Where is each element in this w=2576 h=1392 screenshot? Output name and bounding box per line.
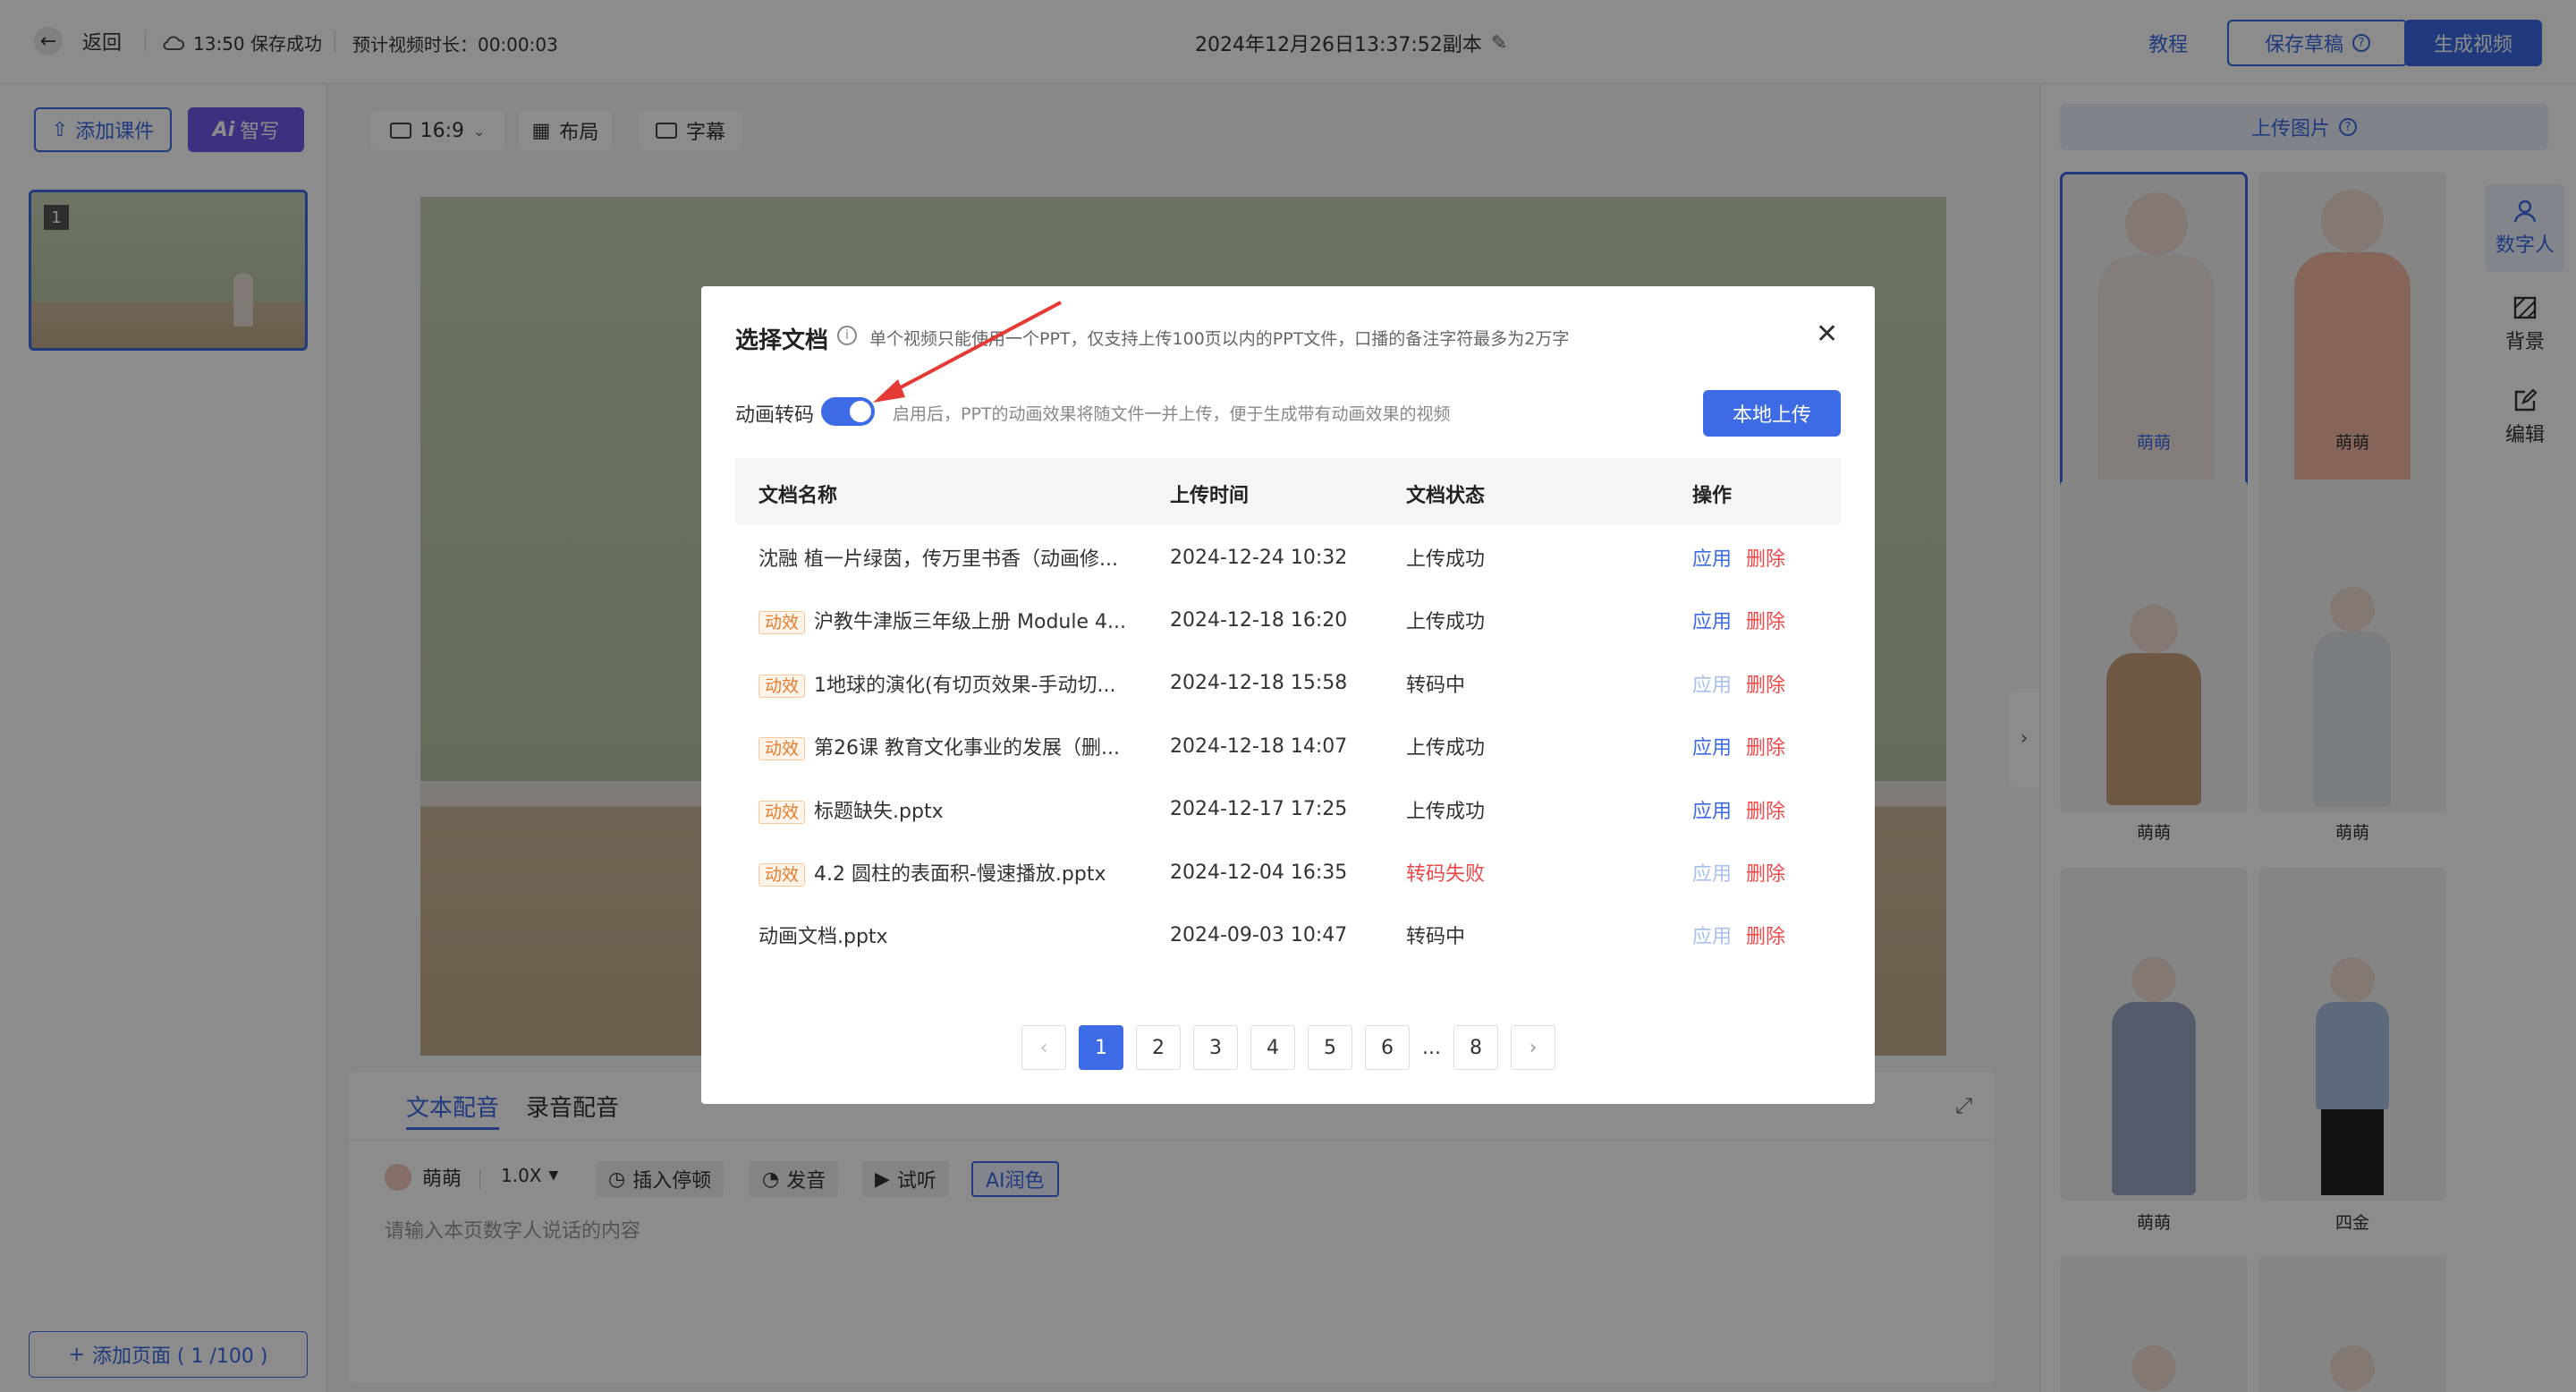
- apply-button: 应用: [1692, 863, 1733, 886]
- document-name-cell: 动画文档.pptx: [758, 921, 1134, 949]
- document-status: 转码中: [1406, 926, 1466, 949]
- page-button[interactable]: 1: [1079, 1025, 1123, 1070]
- table-row: 动效 第26课 教育文化事业的发展（删... 2024-12-18 14:07 上传成…: [735, 715, 1841, 777]
- apply-button[interactable]: 应用: [1692, 543, 1732, 572]
- info-icon: i: [837, 326, 857, 345]
- delete-button[interactable]: 删除: [1746, 669, 1785, 698]
- table-row: 动效 沪教牛津版三年级上册 Module 4... 2024-12-18 16:20…: [735, 589, 1841, 651]
- upload-time: 2024-12-18 14:07: [1170, 734, 1348, 758]
- upload-time: 2024-12-24 10:32: [1170, 546, 1348, 569]
- delete-button[interactable]: 删除: [1746, 606, 1785, 634]
- row-actions: 应用 删除: [1692, 732, 1785, 760]
- apply-button: 应用: [1692, 926, 1733, 949]
- page-button[interactable]: 2: [1136, 1025, 1181, 1070]
- document-name: 沈融 植一片绿茵，传万里书香（动画修...: [758, 548, 1118, 571]
- column-header: 文档状态: [1406, 485, 1486, 507]
- table-row: 动效 1地球的演化(有切页效果-手动切... 2024-12-18 15:58 转码中…: [735, 652, 1841, 715]
- document-name-cell: 动效 标题缺失.pptx: [758, 795, 1134, 824]
- toggle-label: 动画转码: [735, 404, 815, 427]
- document-name: 第26课 教育文化事业的发展（删...: [814, 737, 1120, 760]
- apply-button: 应用: [1692, 674, 1733, 697]
- page-button[interactable]: 5: [1308, 1025, 1352, 1070]
- local-upload-button[interactable]: 本地上传: [1703, 390, 1841, 437]
- document-name: 标题缺失.pptx: [814, 800, 944, 823]
- document-status: 上传成功: [1406, 611, 1486, 634]
- page-list: 1 2 3 4 5 6... 8: [1079, 1025, 1498, 1070]
- column-header: 操作: [1692, 485, 1733, 507]
- local-upload-label: 本地上传: [1732, 404, 1811, 427]
- animation-tag: 动效: [758, 863, 806, 887]
- table-header: 文档名称 上传时间 文档状态 操作: [735, 458, 1841, 524]
- page-button[interactable]: 8: [1453, 1025, 1498, 1070]
- animation-tag: 动效: [758, 800, 806, 824]
- document-status: 转码失败: [1406, 863, 1486, 886]
- upload-time: 2024-12-17 17:25: [1170, 798, 1348, 821]
- delete-button[interactable]: 删除: [1746, 858, 1785, 887]
- upload-time: 2024-09-03 10:47: [1170, 923, 1348, 946]
- table-row: 动效 标题缺失.pptx 2024-12-17 17:25 上传成功 应用 删除: [735, 778, 1841, 841]
- close-icon[interactable]: ✕: [1816, 318, 1838, 350]
- column-header: 上传时间: [1170, 485, 1250, 507]
- document-status: 上传成功: [1406, 548, 1486, 571]
- document-name-cell: 动效 沪教牛津版三年级上册 Module 4...: [758, 606, 1134, 635]
- delete-button[interactable]: 删除: [1746, 795, 1785, 824]
- apply-button[interactable]: 应用: [1692, 732, 1732, 760]
- row-actions: 应用 删除: [1692, 543, 1785, 572]
- document-name-cell: 动效 1地球的演化(有切页效果-手动切...: [758, 669, 1134, 698]
- document-name: 1地球的演化(有切页效果-手动切...: [814, 674, 1116, 697]
- animation-tag: 动效: [758, 674, 806, 698]
- upload-time: 2024-12-04 16:35: [1170, 861, 1348, 884]
- delete-button[interactable]: 删除: [1746, 732, 1785, 760]
- document-name: 动画文档.pptx: [758, 926, 888, 949]
- animation-tag: 动效: [758, 611, 806, 635]
- delete-button[interactable]: 删除: [1746, 921, 1785, 949]
- apply-button[interactable]: 应用: [1692, 606, 1732, 634]
- upload-time: 2024-12-18 15:58: [1170, 672, 1348, 695]
- table-row: 动效 4.2 圆柱的表面积-慢速播放.pptx 2024-12-04 16:35 转码…: [735, 841, 1841, 904]
- row-actions: 应用 删除: [1692, 858, 1785, 887]
- prev-page-button[interactable]: ‹: [1021, 1025, 1066, 1070]
- animation-tag: 动效: [758, 737, 806, 761]
- row-actions: 应用 删除: [1692, 669, 1785, 698]
- upload-time: 2024-12-18 16:20: [1170, 608, 1348, 632]
- document-name-cell: 动效 第26课 教育文化事业的发展（删...: [758, 732, 1134, 761]
- document-name: 沪教牛津版三年级上册 Module 4...: [814, 611, 1126, 634]
- document-status: 转码中: [1406, 674, 1466, 697]
- page-ellipsis: ...: [1422, 1036, 1441, 1059]
- table-row: 沈融 植一片绿茵，传万里书香（动画修... 2024-12-24 10:32 上传成…: [735, 526, 1841, 589]
- annotation-arrow-icon: [873, 301, 1062, 403]
- modal-title: 选择文档: [735, 327, 829, 354]
- page-button[interactable]: 6: [1365, 1025, 1410, 1070]
- pagination: ‹ 1 2 3 4 5 6... 8 ›: [1021, 1025, 1555, 1070]
- document-name: 4.2 圆柱的表面积-慢速播放.pptx: [814, 863, 1106, 886]
- document-name-cell: 动效 4.2 圆柱的表面积-慢速播放.pptx: [758, 858, 1134, 887]
- delete-button[interactable]: 删除: [1746, 543, 1785, 572]
- document-status: 上传成功: [1406, 800, 1486, 823]
- page-button[interactable]: 3: [1193, 1025, 1238, 1070]
- page-button[interactable]: 4: [1250, 1025, 1295, 1070]
- next-page-button[interactable]: ›: [1510, 1025, 1555, 1070]
- table-row: 动画文档.pptx 2024-09-03 10:47 转码中 应用 删除: [735, 904, 1841, 966]
- apply-button[interactable]: 应用: [1692, 795, 1732, 824]
- column-header: 文档名称: [758, 485, 838, 507]
- document-name-cell: 沈融 植一片绿茵，传万里书香（动画修...: [758, 543, 1134, 572]
- document-status: 上传成功: [1406, 737, 1486, 760]
- row-actions: 应用 删除: [1692, 606, 1785, 634]
- row-actions: 应用 删除: [1692, 795, 1785, 824]
- row-actions: 应用 删除: [1692, 921, 1785, 949]
